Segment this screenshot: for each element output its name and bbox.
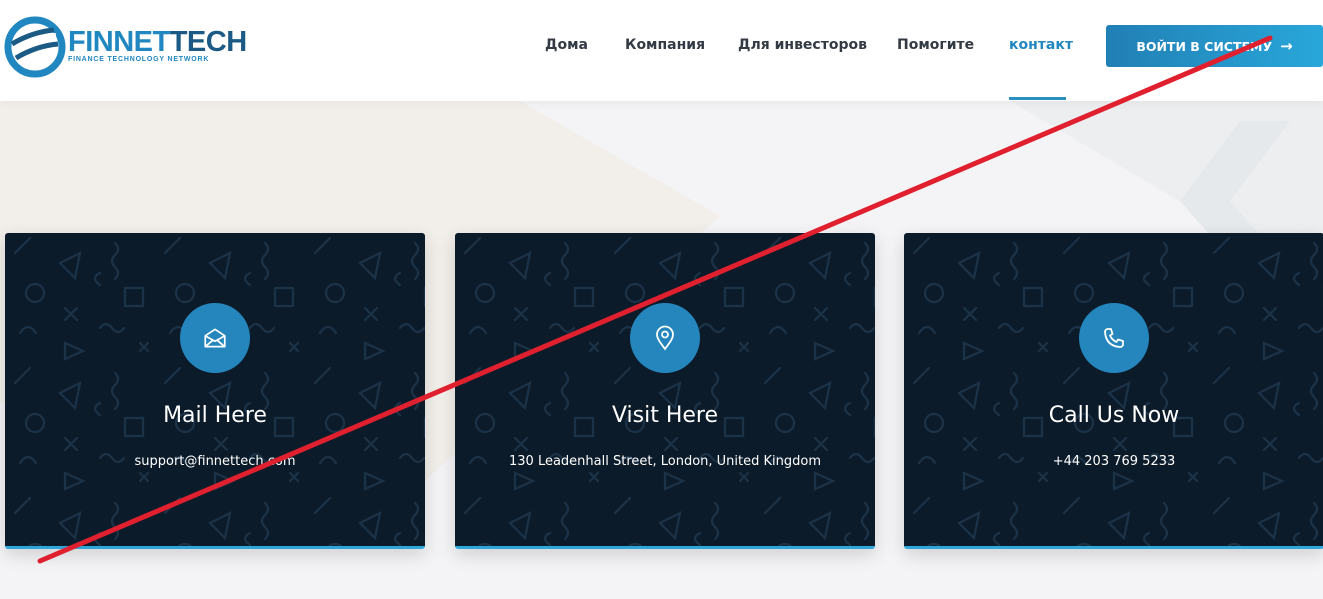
active-nav-indicator <box>1009 97 1066 100</box>
nav-item-company[interactable]: Компания <box>625 37 705 53</box>
nav-item-contact[interactable]: контакт <box>1009 37 1073 53</box>
envelope-icon <box>180 303 250 373</box>
login-button-label: ВОЙТИ В СИСТЕМУ <box>1136 38 1273 54</box>
nav-item-investors[interactable]: Для инвесторов <box>738 37 867 53</box>
card-pattern <box>455 233 875 546</box>
card-title: Mail Here <box>163 403 267 428</box>
card-title: Visit Here <box>611 403 719 428</box>
contact-card-call: Call Us Now +44 203 769 5233 <box>904 233 1323 549</box>
nav-item-help[interactable]: Помогите <box>897 37 974 53</box>
address-text: 130 Leadenhall Street, London, United Ki… <box>509 454 821 469</box>
phone-icon <box>1079 303 1149 373</box>
card-title: Call Us Now <box>1048 403 1180 428</box>
email-address[interactable]: support@finnettech.com <box>5 454 425 469</box>
card-pattern <box>5 233 425 546</box>
contact-card-mail: Mail Here support@finnettech.com <box>5 233 425 549</box>
map-pin-icon <box>630 303 700 373</box>
nav-item-home[interactable]: Дома <box>545 37 588 53</box>
contact-card-visit: Visit Here 130 Leadenhall Street, London… <box>455 233 875 549</box>
login-button[interactable]: ВОЙТИ В СИСТЕМУ → <box>1106 25 1323 67</box>
phone-number[interactable]: +44 203 769 5233 <box>904 454 1323 469</box>
site-header: FINNETTECH FINANCE TECHNOLOGY NETWORK До… <box>0 0 1323 101</box>
card-pattern <box>904 233 1323 546</box>
arrow-right-icon: → <box>1280 37 1293 55</box>
